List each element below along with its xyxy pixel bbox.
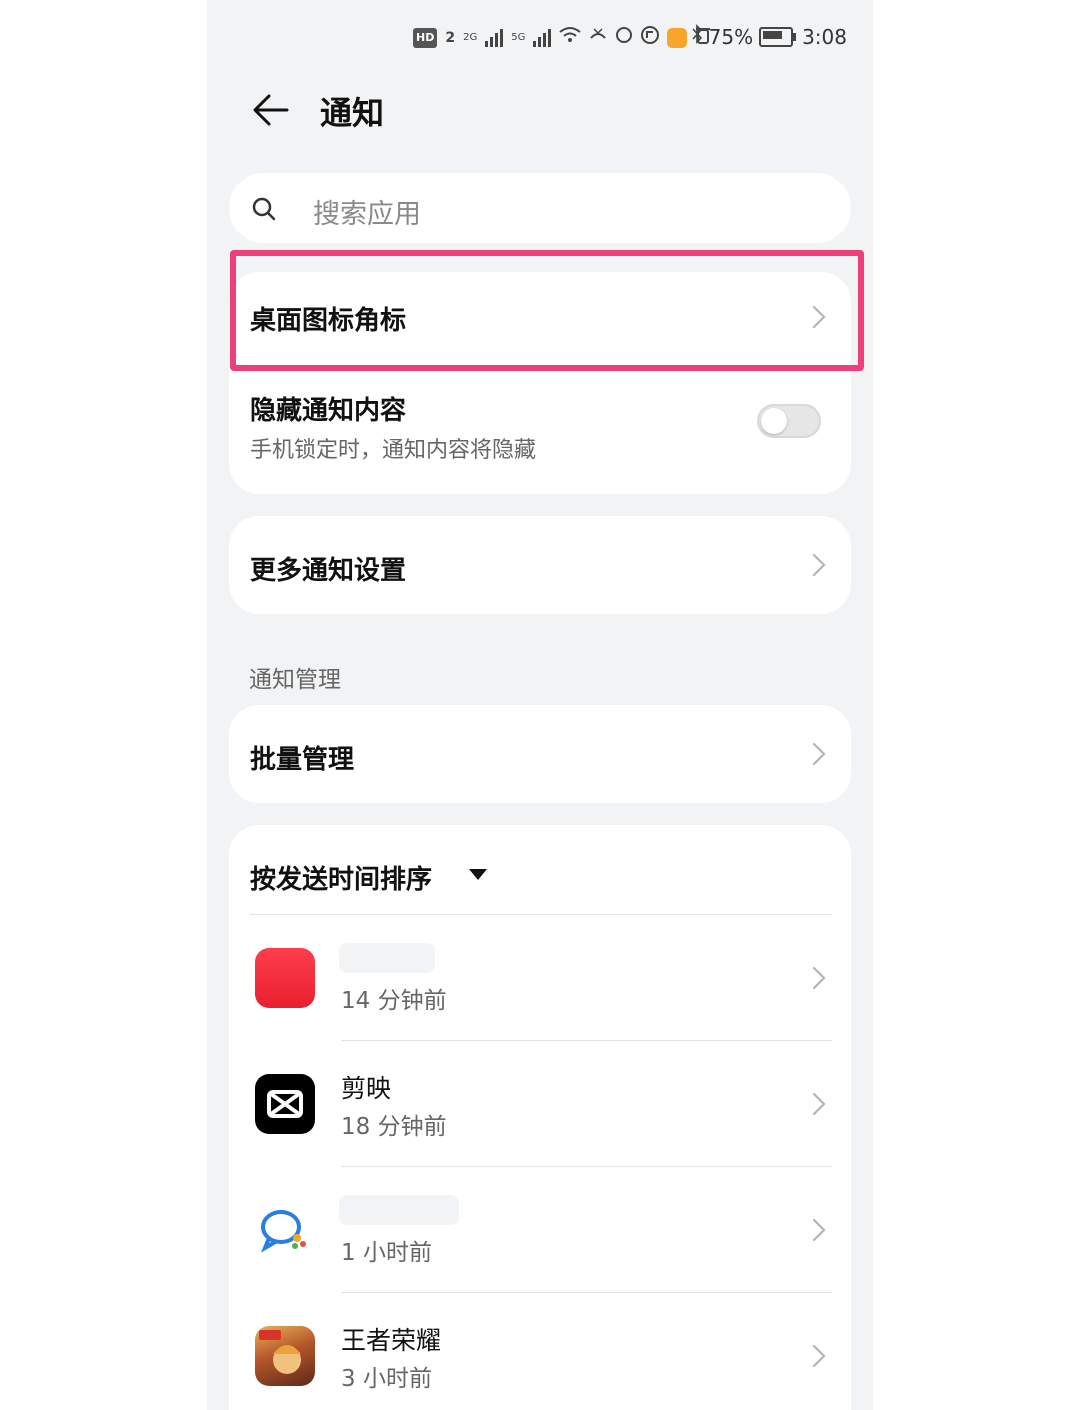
app-row[interactable]: 王者荣耀 3 小时前 <box>229 1293 851 1410</box>
app-row[interactable]: 14 分钟前 <box>229 915 851 1041</box>
badge-row[interactable]: 桌面图标角标 <box>229 272 851 364</box>
capcut-icon <box>255 1074 315 1134</box>
back-arrow-icon[interactable] <box>251 92 291 128</box>
red-app-icon <box>255 948 315 1008</box>
app-time: 14 分钟前 <box>341 988 447 1014</box>
more-settings-row[interactable]: 更多通知设置 <box>229 516 851 614</box>
sort-label: 按发送时间排序 <box>250 865 433 895</box>
blurred-app-name <box>339 1195 459 1225</box>
section-label: 通知管理 <box>249 667 341 693</box>
chevron-right-icon <box>811 1217 827 1243</box>
search-placeholder: 搜索应用 <box>313 199 421 230</box>
search-icon <box>251 196 277 222</box>
status-time: 3:08 <box>802 25 847 49</box>
badge-row-label: 桌面图标角标 <box>250 306 407 336</box>
sort-dropdown[interactable]: 按发送时间排序 <box>229 825 529 915</box>
network-type-2: 5G <box>511 32 526 43</box>
chevron-right-icon <box>811 741 827 767</box>
message-icon <box>615 26 633 50</box>
app-time: 3 小时前 <box>341 1366 432 1392</box>
signal-icon-2 <box>533 29 552 47</box>
hd-icon: HD <box>413 28 438 48</box>
app-row[interactable]: 剪映 18 分钟前 <box>229 1041 851 1167</box>
app-time: 18 分钟前 <box>341 1114 447 1140</box>
missed-call-icon <box>589 26 607 50</box>
notification-settings-card: 桌面图标角标 隐藏通知内容 手机锁定时，通知内容将隐藏 <box>229 272 851 494</box>
hide-content-row: 隐藏通知内容 手机锁定时，通知内容将隐藏 <box>229 370 851 480</box>
phone-screen: HD 2 2G 5G 75% 3:08 通知 搜索应用 桌面图标角标 隐藏通知内… <box>207 0 873 1410</box>
blurred-app-name <box>339 943 435 973</box>
app-list-card: 按发送时间排序 14 分钟前 剪映 18 分钟前 1 小时前 王者荣耀 3 小时… <box>229 825 851 1410</box>
battery-tip <box>793 33 797 41</box>
chevron-right-icon <box>811 965 827 991</box>
chat-bubble-app-icon <box>255 1200 315 1260</box>
sim-slot-label: 2 <box>445 30 456 46</box>
caret-down-icon <box>469 869 487 880</box>
app-row[interactable]: 1 小时前 <box>229 1167 851 1293</box>
hide-content-subtitle: 手机锁定时，通知内容将隐藏 <box>250 438 537 463</box>
batch-manage-row[interactable]: 批量管理 <box>229 705 851 803</box>
app-notification-icon <box>641 26 660 50</box>
signal-icon-1 <box>485 29 504 47</box>
chevron-right-icon <box>811 1343 827 1369</box>
status-bar: HD 2 2G 5G 75% 3:08 <box>207 20 873 56</box>
battery-icon <box>759 27 794 47</box>
hide-content-label: 隐藏通知内容 <box>250 396 407 426</box>
honor-of-kings-icon <box>255 1326 315 1386</box>
more-settings-label: 更多通知设置 <box>250 556 407 586</box>
app-name: 王者荣耀 <box>341 1326 442 1355</box>
page-title: 通知 <box>320 94 385 132</box>
app-time: 1 小时前 <box>341 1240 432 1266</box>
hide-content-toggle[interactable] <box>757 404 821 438</box>
status-right-icons: 75% 3:08 <box>691 24 847 50</box>
network-type-1: 2G <box>463 32 478 43</box>
batch-manage-label: 批量管理 <box>250 745 355 775</box>
bluetooth-icon <box>691 24 703 50</box>
toggle-knob <box>761 408 787 434</box>
wifi-icon <box>559 26 581 50</box>
chevron-right-icon <box>811 304 827 330</box>
app-name: 剪映 <box>341 1074 392 1103</box>
status-left-icons: HD 2 2G 5G <box>413 26 711 50</box>
battery-percent: 75% <box>708 25 754 49</box>
search-bar[interactable]: 搜索应用 <box>229 173 851 243</box>
chevron-right-icon <box>811 552 827 578</box>
yellow-app-notification-icon <box>667 28 688 48</box>
chevron-right-icon <box>811 1091 827 1117</box>
